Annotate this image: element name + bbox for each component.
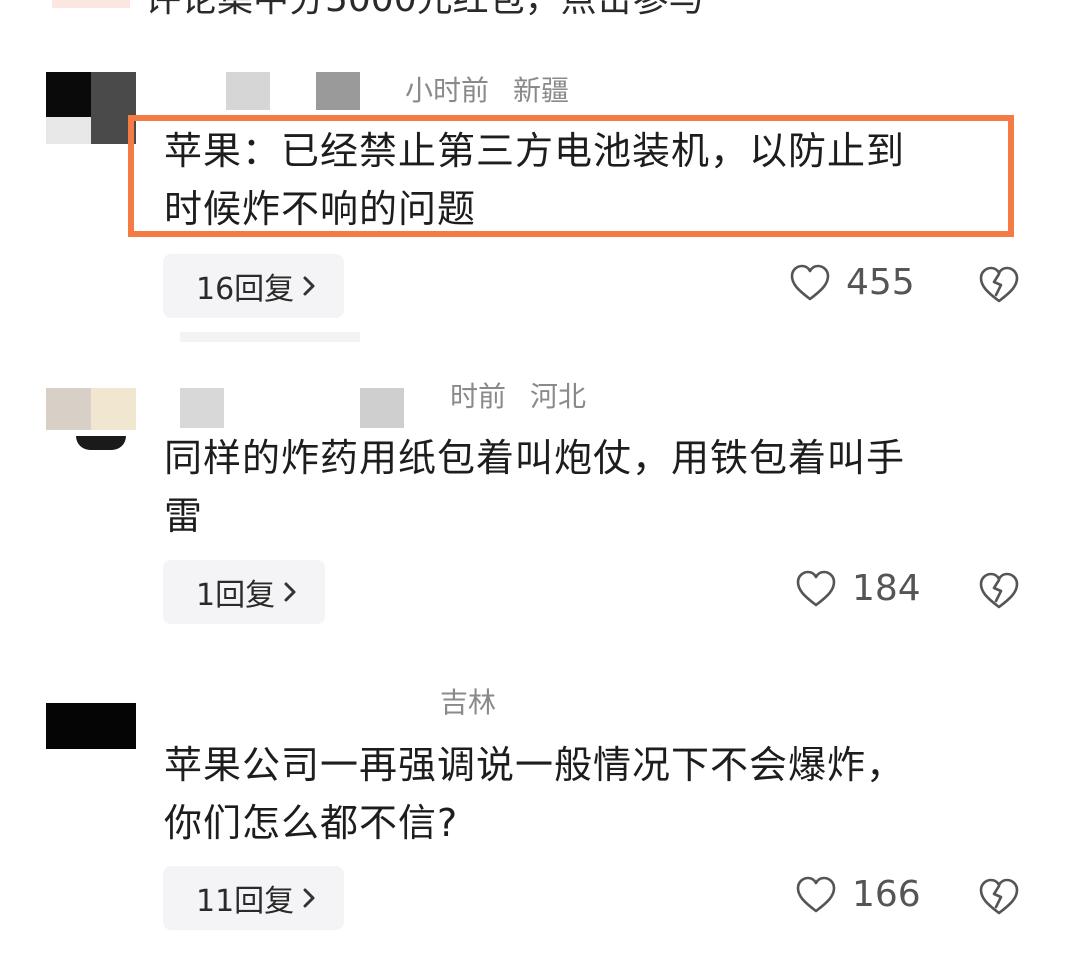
- reply-button[interactable]: 1回复: [163, 560, 326, 624]
- avatar[interactable]: [46, 72, 136, 144]
- chevron-right-icon: [303, 888, 315, 908]
- previous-comment-text: 评论集中分5000元红包，点击参与: [145, 0, 705, 22]
- username-redacted[interactable]: [180, 388, 224, 428]
- comment-text-line: 雷: [164, 494, 204, 538]
- comment-text-line: 你们怎么都不信?: [164, 801, 459, 845]
- like-count: 184: [852, 568, 921, 609]
- comment-time: 小时前: [405, 74, 490, 107]
- comment-location: 新疆: [513, 74, 570, 107]
- heart-outline-icon: [796, 876, 836, 912]
- comment-location: 吉林: [440, 686, 497, 719]
- chevron-right-icon: [284, 582, 296, 602]
- reply-count: 1回复: [196, 578, 276, 613]
- like-count: 455: [846, 262, 915, 303]
- broken-heart-icon[interactable]: [978, 571, 1020, 611]
- comment-text[interactable]: 苹果公司一再强调说一般情况下不会爆炸， 你们怎么都不信?: [164, 736, 1024, 852]
- highlight-box: [128, 115, 1014, 237]
- username-redacted[interactable]: [360, 388, 404, 428]
- comment-meta: 吉林: [440, 686, 496, 720]
- heart-outline-icon: [796, 570, 836, 606]
- comment-text-line: 同样的炸药用纸包着叫炮仗，用铁包着叫手: [164, 436, 906, 480]
- comment-location: 河北: [530, 380, 587, 413]
- broken-heart-icon[interactable]: [978, 265, 1020, 305]
- like-count: 166: [852, 874, 921, 915]
- comment-meta: 时前 河北: [450, 380, 586, 414]
- broken-heart-icon[interactable]: [978, 877, 1020, 917]
- avatar[interactable]: [46, 388, 136, 458]
- chevron-right-icon: [303, 276, 315, 296]
- like-button[interactable]: 166: [794, 874, 921, 915]
- comment-text[interactable]: 同样的炸药用纸包着叫炮仗，用铁包着叫手 雷: [164, 429, 1024, 545]
- username-redacted[interactable]: [226, 72, 270, 110]
- reply-count: 16回复: [196, 272, 295, 307]
- reply-count: 11回复: [196, 884, 295, 919]
- username-redacted[interactable]: [316, 72, 360, 110]
- comment-meta: 小时前 新疆: [405, 74, 569, 108]
- reply-button[interactable]: 16回复: [163, 254, 345, 318]
- reply-button[interactable]: 11回复: [163, 866, 345, 930]
- previous-comment-tag: [52, 0, 130, 8]
- like-button[interactable]: 184: [794, 568, 921, 609]
- avatar[interactable]: [46, 703, 136, 749]
- heart-outline-icon: [790, 264, 830, 300]
- comment-text-line: 苹果公司一再强调说一般情况下不会爆炸，: [164, 743, 906, 787]
- like-button[interactable]: 455: [788, 262, 915, 303]
- divider: [180, 332, 360, 342]
- comment-time: 时前: [450, 380, 507, 413]
